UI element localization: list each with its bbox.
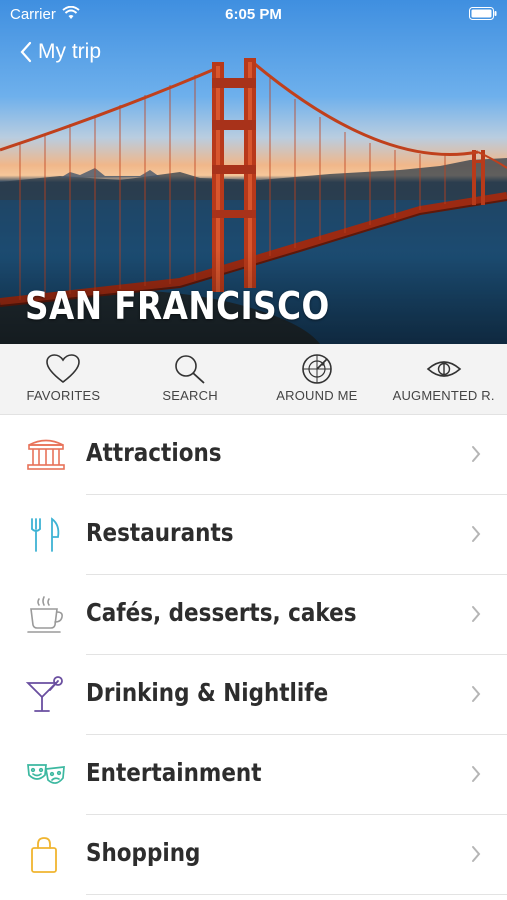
category-label: Restaurants: [86, 518, 234, 547]
shopping-bag-icon: [31, 837, 57, 873]
temple-icon: [27, 439, 65, 470]
coffee-cup-icon: [27, 596, 63, 633]
category-attractions[interactable]: Attractions: [0, 415, 507, 495]
search-label: SEARCH: [162, 388, 218, 403]
category-cafes[interactable]: Cafés, desserts, cakes: [0, 575, 507, 655]
heart-icon: [46, 354, 81, 384]
theater-masks-icon: [27, 764, 65, 784]
around-me-button[interactable]: AROUND ME: [254, 344, 381, 414]
category-list: Attractions Restaurants Cafés, desserts,…: [0, 415, 507, 895]
category-label: Entertainment: [86, 758, 262, 787]
row-divider: [86, 894, 507, 895]
fork-knife-icon: [31, 517, 60, 552]
category-entertainment[interactable]: Entertainment: [0, 735, 507, 815]
category-shopping[interactable]: Shopping: [0, 815, 507, 895]
chevron-right-icon: [472, 446, 481, 462]
category-label: Shopping: [86, 838, 201, 867]
around-me-label: AROUND ME: [276, 388, 358, 403]
radar-icon: [302, 354, 332, 384]
chevron-left-icon: [20, 41, 32, 63]
cocktail-icon: [25, 676, 63, 712]
augmented-reality-label: AUGMENTED R.: [392, 388, 495, 403]
back-button[interactable]: My trip: [20, 40, 101, 64]
favorites-button[interactable]: FAVORITES: [0, 344, 127, 414]
category-label: Cafés, desserts, cakes: [86, 598, 357, 627]
chevron-right-icon: [472, 526, 481, 542]
clock: 6:05 PM: [225, 6, 282, 23]
magnifier-icon: [175, 355, 205, 384]
search-button[interactable]: SEARCH: [127, 344, 254, 414]
category-label: Drinking & Nightlife: [86, 678, 329, 707]
augmented-reality-button[interactable]: AUGMENTED R.: [380, 344, 507, 414]
battery-icon: [469, 7, 497, 20]
chevron-right-icon: [472, 766, 481, 782]
favorites-label: FAVORITES: [26, 388, 101, 403]
quick-actions-toolbar: FAVORITES SEARCH AROUND ME AUGMENTED R.: [0, 344, 507, 415]
eye-icon: [426, 361, 461, 377]
status-bar: Carrier 6:05 PM: [0, 0, 507, 28]
hero-banner: Carrier 6:05 PM My trip SAN FRANCISCO: [0, 0, 507, 344]
category-label: Attractions: [86, 438, 222, 467]
chevron-right-icon: [472, 686, 481, 702]
category-restaurants[interactable]: Restaurants: [0, 495, 507, 575]
chevron-right-icon: [472, 606, 481, 622]
back-label: My trip: [38, 40, 101, 63]
city-title: SAN FRANCISCO: [25, 284, 330, 328]
chevron-right-icon: [472, 846, 481, 862]
category-drinking-nightlife[interactable]: Drinking & Nightlife: [0, 655, 507, 735]
